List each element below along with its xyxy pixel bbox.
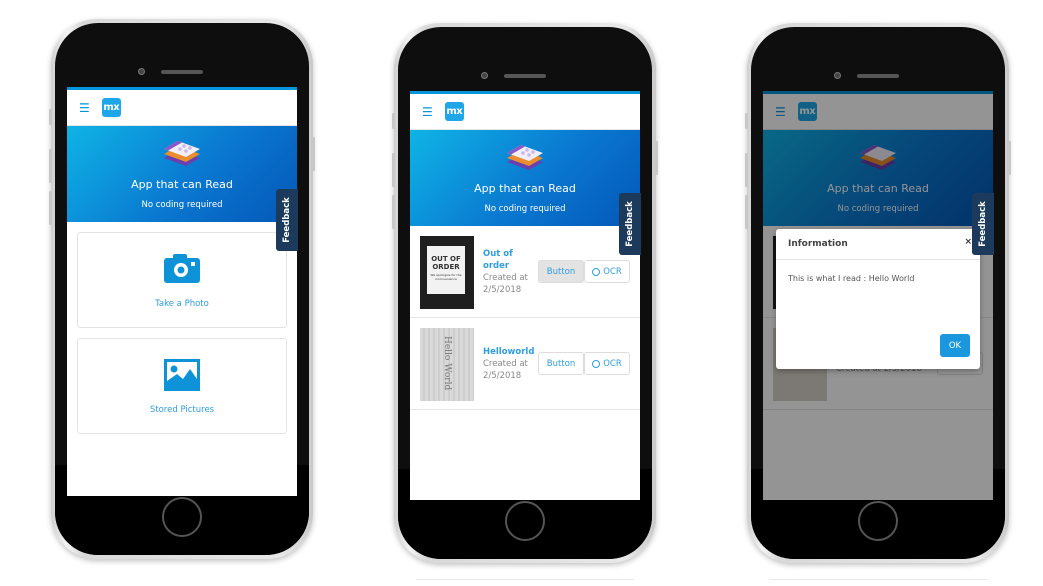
banner-title: App that can Read — [131, 178, 233, 191]
item-created-label: Created at — [483, 273, 528, 283]
divider — [416, 579, 634, 580]
app-header: ☰ mx — [67, 90, 297, 126]
mockup-stage: ☰ mx App that can Read No coding require… — [0, 0, 1043, 586]
stacked-cards-icon — [507, 145, 543, 170]
app-header: ☰ mx — [410, 94, 640, 130]
list-item[interactable]: Hello World Helloworld Created at 2/5/20… — [410, 318, 640, 410]
dialog-message: This is what I read : Hello World — [788, 274, 915, 283]
hero-banner: App that can Read No coding required — [410, 130, 640, 226]
upload-circle-icon — [592, 267, 601, 276]
divider — [769, 579, 987, 580]
stacked-cards-icon — [164, 141, 200, 166]
home-button[interactable] — [505, 501, 545, 541]
camera-icon — [834, 72, 841, 79]
item-date: 2/5/2018 — [483, 285, 522, 295]
feedback-tab[interactable]: Feedback — [972, 193, 994, 255]
phone-2: ☰ mx App that can Read No coding require… — [392, 23, 658, 563]
take-photo-tile[interactable]: Take a Photo — [77, 232, 287, 328]
dialog-title: Information — [788, 239, 848, 249]
speaker-grille — [504, 74, 546, 78]
item-created-label: Created at — [483, 359, 528, 369]
phone-3: ☰ mx App that can Read No coding require… — [745, 23, 1011, 563]
hero-banner: App that can Read No coding required — [67, 126, 297, 222]
banner-subtitle: No coding required — [141, 200, 223, 210]
item-thumbnail[interactable]: Hello World — [420, 328, 474, 401]
screen-home: ☰ mx App that can Read No coding require… — [67, 87, 297, 496]
item-name-line2[interactable]: order — [483, 260, 528, 272]
speaker-grille — [161, 70, 203, 74]
item-name[interactable]: Out of — [483, 248, 528, 260]
camera-icon — [138, 68, 145, 75]
screen-list: ☰ mx App that can Read No coding require… — [410, 91, 640, 500]
item-name[interactable]: Helloworld — [483, 346, 534, 358]
item-button[interactable]: Button — [538, 352, 584, 375]
image-icon — [164, 359, 200, 391]
stored-pictures-tile[interactable]: Stored Pictures — [77, 338, 287, 434]
phone-1: ☰ mx App that can Read No coding require… — [49, 19, 315, 559]
home-button[interactable] — [858, 501, 898, 541]
upload-circle-icon — [592, 359, 601, 368]
list-item[interactable]: OUT OF ORDER We apologize for the inconven… — [410, 226, 640, 318]
information-dialog: Information × This is what I read : Hell… — [776, 229, 980, 369]
camera-icon — [164, 254, 200, 283]
feedback-tab[interactable]: Feedback — [276, 189, 298, 251]
banner-title: App that can Read — [474, 182, 576, 195]
screen-dialog: ☰ mx App that can Read No coding require… — [763, 91, 993, 500]
item-thumbnail[interactable]: OUT OF ORDER We apologize for the inconven… — [420, 236, 474, 309]
camera-icon — [481, 72, 488, 79]
stored-pictures-label: Stored Pictures — [149, 405, 215, 415]
item-date: 2/5/2018 — [483, 371, 522, 381]
hamburger-icon[interactable]: ☰ — [422, 106, 433, 118]
take-photo-label: Take a Photo — [155, 299, 209, 309]
mendix-logo[interactable]: mx — [101, 98, 121, 117]
speaker-grille — [857, 74, 899, 78]
mendix-logo[interactable]: mx — [444, 102, 464, 121]
home-button[interactable] — [162, 497, 202, 537]
banner-subtitle: No coding required — [484, 204, 566, 214]
close-icon[interactable]: × — [964, 237, 972, 247]
ocr-button[interactable]: OCR — [584, 352, 630, 375]
ocr-button[interactable]: OCR — [584, 260, 630, 283]
ok-button[interactable]: OK — [940, 334, 970, 357]
feedback-tab[interactable]: Feedback — [619, 193, 641, 255]
hamburger-icon[interactable]: ☰ — [79, 102, 90, 114]
item-button[interactable]: Button — [538, 260, 584, 283]
